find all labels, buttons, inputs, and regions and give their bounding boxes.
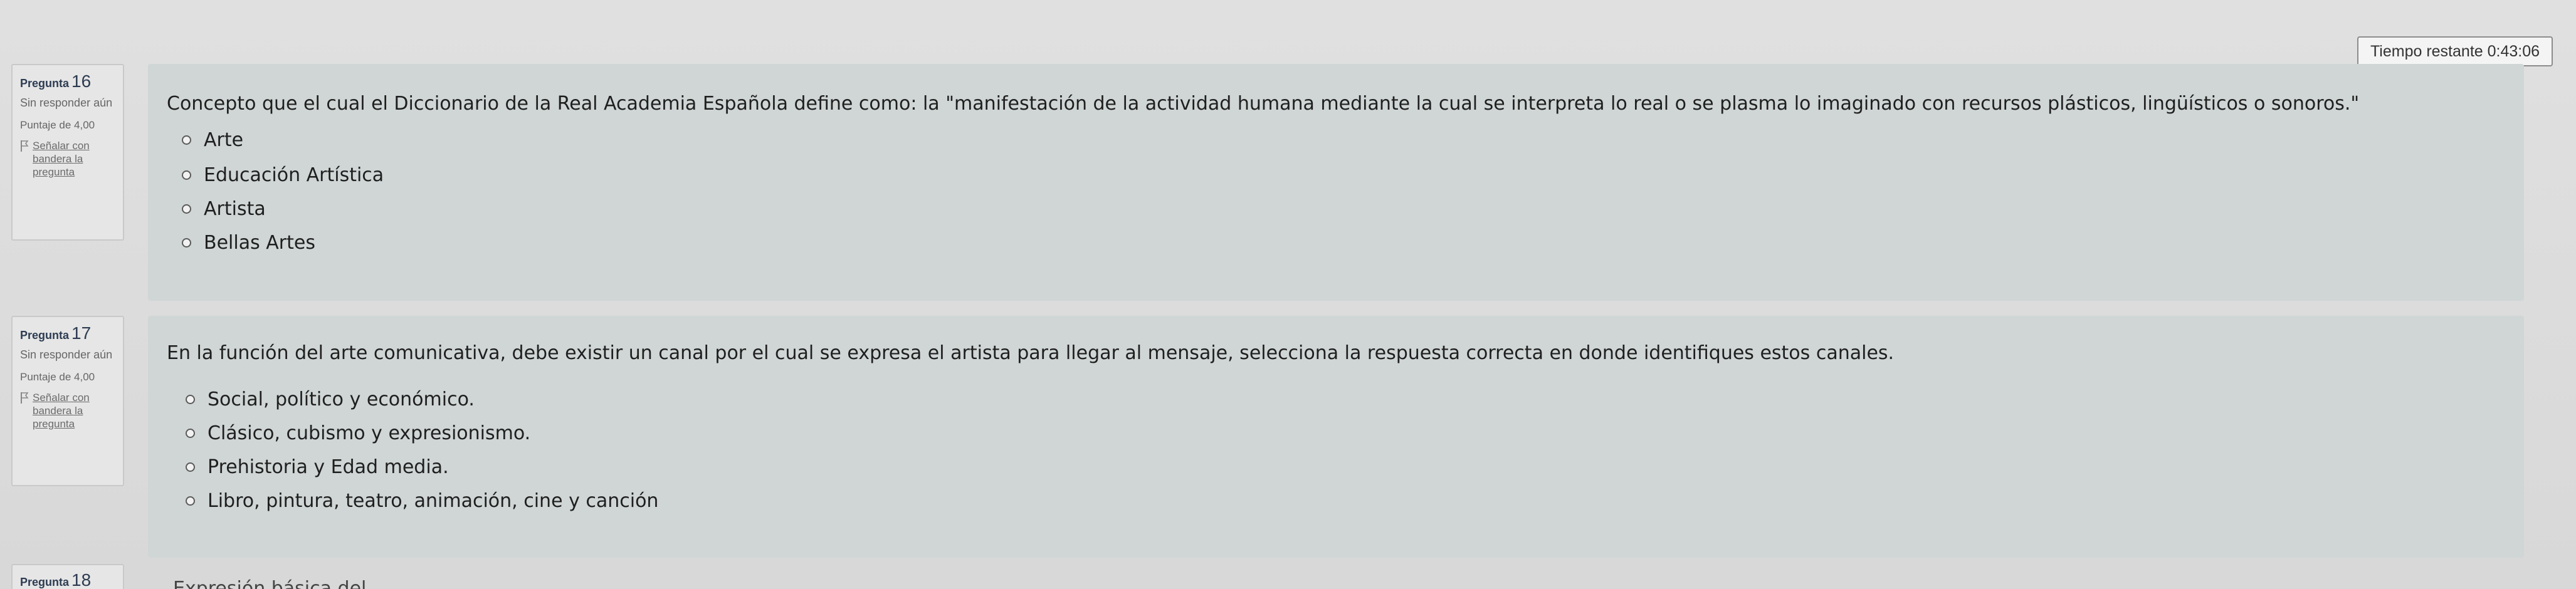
radio-unchecked-icon[interactable] [186, 395, 195, 404]
flag-question-label: Señalar con bandera la pregunta [33, 140, 90, 178]
question-number-value: 17 [71, 323, 92, 343]
question-info-18: Pregunta 18 [11, 564, 124, 589]
question-number: Pregunta 16 [20, 71, 115, 91]
answer-label: Artista [204, 198, 266, 220]
question-label: Pregunta [20, 576, 70, 588]
timer-label: Tiempo restante 0:43:06 [2370, 42, 2540, 60]
answer-label: Bellas Artes [204, 232, 315, 254]
quiz-page: Tiempo restante 0:43:06 Pregunta 16 Sin r… [0, 0, 2576, 589]
answer-option[interactable]: Artista [182, 198, 266, 220]
answer-label: Prehistoria y Edad media. [208, 456, 449, 478]
answer-option[interactable]: Arte [182, 129, 243, 151]
answer-label: Educación Artística [204, 164, 384, 186]
question-state: Sin responder aún [20, 348, 113, 361]
answer-label: Libro, pintura, teatro, animación, cine … [208, 490, 659, 512]
flag-question-link[interactable]: Señalar con bandera la pregunta [20, 391, 115, 430]
answer-label: Social, político y económico. [208, 388, 475, 410]
radio-unchecked-icon[interactable] [186, 462, 195, 472]
flag-icon [21, 392, 29, 404]
question-number-value: 16 [71, 71, 92, 91]
radio-unchecked-icon[interactable] [182, 238, 191, 248]
radio-unchecked-icon[interactable] [186, 496, 195, 506]
question-state: Sin responder aún [20, 96, 113, 109]
question-number-value: 18 [71, 570, 92, 589]
answer-option[interactable]: Prehistoria y Edad media. [186, 456, 449, 478]
radio-unchecked-icon[interactable] [186, 429, 195, 438]
question-grade: Puntaje de 4,00 [20, 119, 95, 131]
question-text: Concepto que el cual el Diccionario de l… [167, 93, 2360, 115]
question-content-17: En la función del arte comunicativa, deb… [148, 316, 2524, 558]
answer-label: Arte [204, 129, 244, 151]
question-text: En la función del arte comunicativa, deb… [167, 342, 1895, 364]
question-grade: Puntaje de 4,00 [20, 371, 95, 383]
flag-question-label: Señalar con bandera la pregunta [33, 392, 90, 430]
question-info-17: Pregunta 17 Sin responder aún Puntaje de … [11, 316, 124, 486]
flag-icon [21, 140, 29, 152]
question-text: Expresión básica del... [173, 578, 385, 589]
question-label: Pregunta [20, 329, 70, 341]
answer-option[interactable]: Clásico, cubismo y expresionismo. [186, 422, 530, 444]
question-content-16: Concepto que el cual el Diccionario de l… [148, 64, 2524, 301]
answer-option[interactable]: Libro, pintura, teatro, animación, cine … [186, 490, 658, 512]
radio-unchecked-icon[interactable] [182, 204, 191, 214]
question-label: Pregunta [20, 77, 70, 90]
answer-label: Clásico, cubismo y expresionismo. [208, 422, 531, 444]
answer-option[interactable]: Social, político y económico. [186, 388, 475, 410]
answer-option[interactable]: Bellas Artes [182, 232, 315, 254]
radio-unchecked-icon[interactable] [182, 135, 191, 145]
question-number: Pregunta 17 [20, 323, 115, 343]
question-info-16: Pregunta 16 Sin responder aún Puntaje de … [11, 64, 124, 241]
answer-option[interactable]: Educación Artística [182, 164, 384, 186]
flag-question-link[interactable]: Señalar con bandera la pregunta [20, 139, 115, 179]
time-remaining-timer: Tiempo restante 0:43:06 [2357, 36, 2553, 66]
radio-unchecked-icon[interactable] [182, 170, 191, 180]
